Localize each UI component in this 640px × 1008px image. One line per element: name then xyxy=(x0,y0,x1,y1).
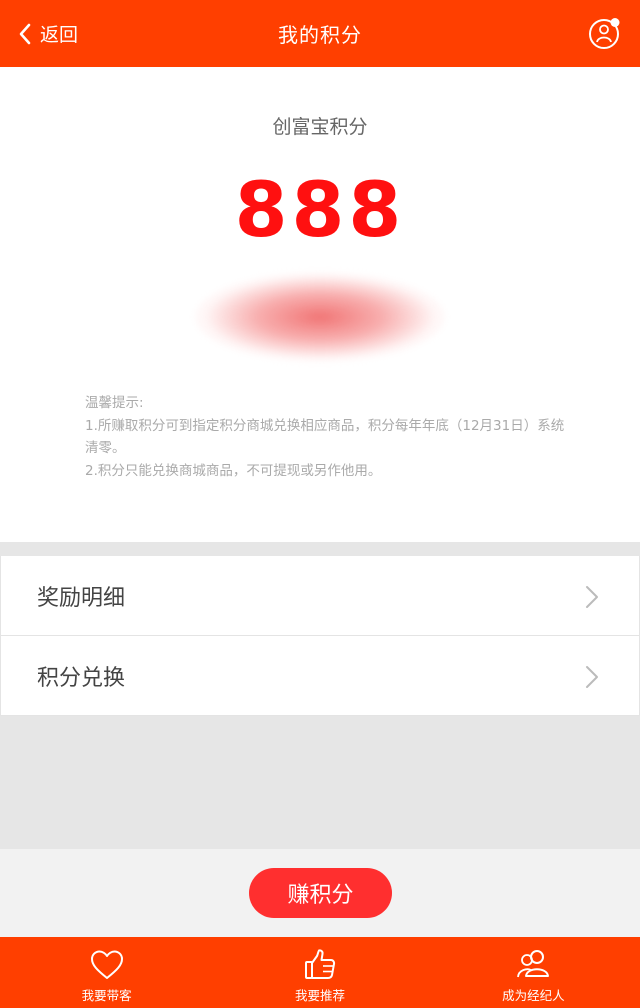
menu-list: 奖励明细 积分兑换 xyxy=(0,556,640,716)
menu-item-points-exchange[interactable]: 积分兑换 xyxy=(0,636,640,716)
tips-heading: 温馨提示: xyxy=(85,395,144,411)
tab-label: 我要带客 xyxy=(81,988,132,1003)
tab-recommend[interactable]: 我要推荐 xyxy=(213,937,426,1008)
points-glow-decoration xyxy=(195,272,445,362)
page-title: 我的积分 xyxy=(278,23,362,47)
points-label: 创富宝积分 xyxy=(272,116,368,138)
thumbs-up-icon xyxy=(304,949,336,979)
tips-block: 温馨提示: 1.所赚取积分可到指定积分商城兑换相应商品，积分每年年底（12月31… xyxy=(85,392,565,482)
user-button[interactable] xyxy=(588,17,622,51)
user-icon xyxy=(589,18,620,49)
earn-points-button[interactable]: 赚积分 xyxy=(249,868,392,918)
tab-label: 我要推荐 xyxy=(294,988,345,1003)
earn-area: 赚积分 xyxy=(0,849,640,937)
bottom-tab-bar: 我要带客 我要推荐 成为经纪人 xyxy=(0,937,640,1008)
points-value: 888 xyxy=(234,165,406,254)
tips-line-1: 1.所赚取积分可到指定积分商城兑换相应商品，积分每年年底（12月31日）系统清零… xyxy=(85,417,565,457)
heart-icon xyxy=(90,950,123,979)
chevron-right-icon xyxy=(586,666,598,688)
back-label: 返回 xyxy=(40,24,79,46)
back-button[interactable]: 返回 xyxy=(18,0,78,67)
tips-line-2: 2.积分只能兑换商城商品，不可提现或另作他用。 xyxy=(85,462,382,479)
tab-label: 成为经纪人 xyxy=(502,988,565,1003)
chevron-right-icon xyxy=(586,586,598,608)
header-bar: 返回 我的积分 xyxy=(0,0,640,67)
people-icon xyxy=(517,950,550,978)
menu-item-label: 积分兑换 xyxy=(37,665,126,691)
chevron-left-icon xyxy=(19,23,31,44)
menu-item-label: 奖励明细 xyxy=(37,585,126,611)
points-card: 创富宝积分 888 温馨提示: 1.所赚取积分可到指定积分商城兑换相应商品，积分… xyxy=(0,67,640,542)
menu-item-reward-details[interactable]: 奖励明细 xyxy=(0,556,640,636)
tab-become-agent[interactable]: 成为经纪人 xyxy=(427,937,640,1008)
tab-bring-clients[interactable]: 我要带客 xyxy=(0,937,213,1008)
